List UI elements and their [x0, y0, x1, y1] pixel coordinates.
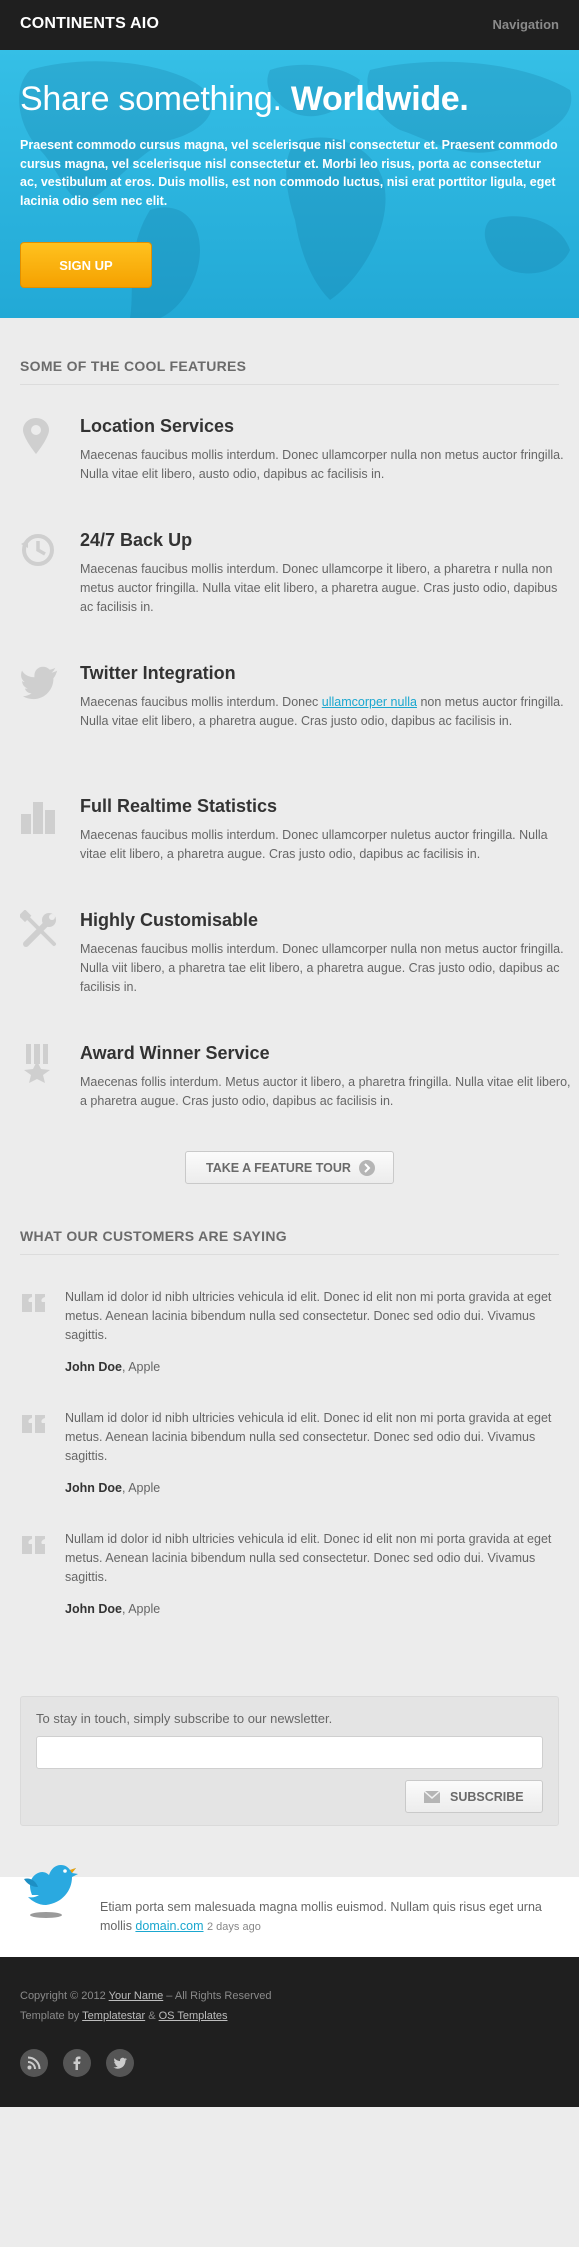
arrow-right-icon	[359, 1160, 375, 1176]
feature-title: Full Realtime Statistics	[80, 796, 278, 816]
author-name: John Doe	[65, 1481, 122, 1495]
your-name-link[interactable]: Your Name	[109, 1990, 164, 2002]
testimonial-quote: Nullam id dolor id nibh ultricies vehicu…	[65, 1411, 552, 1463]
feature-title: Award Winner Service	[80, 1043, 270, 1063]
twitter-bird-icon	[24, 1865, 78, 1918]
feature-description-text: Maecenas faucibus mollis interdum. Donec	[80, 695, 322, 709]
copyright-line: Copyright © 2012 Your Name – All Rights …	[20, 1990, 271, 2002]
template-credit-text: Template by	[20, 2010, 83, 2022]
newsletter-box: To stay in touch, simply subscribe to ou…	[20, 1696, 559, 1826]
feature-tour-label: TAKE A FEATURE TOUR	[206, 1161, 351, 1175]
author-company: , Apple	[121, 1602, 161, 1616]
quote-icon	[22, 1294, 45, 1312]
ullamcorper-link[interactable]: ullamcorper nulla	[322, 695, 417, 709]
feature-title: Location Services	[80, 416, 235, 436]
author-name: John Doe	[65, 1360, 122, 1374]
feature-description: Maecenas follis interdum. Metus auctor i…	[80, 1075, 571, 1108]
envelope-icon	[424, 1791, 440, 1803]
tweet-text: Etiam porta sem malesuada magna mollis e…	[100, 1898, 560, 1937]
hero-banner: Share something. Worldwide. Praesent com…	[0, 50, 579, 318]
sign-up-button[interactable]: SIGN UP	[20, 242, 152, 288]
feature-description: Maecenas faucibus mollis interdum. Donec…	[80, 828, 548, 861]
tweet-link[interactable]: domain.com	[135, 1919, 203, 1933]
location-pin-icon	[23, 418, 49, 454]
ampersand-text: &	[145, 2010, 159, 2022]
award-ribbon-icon	[24, 1044, 50, 1083]
clock-backup-icon	[21, 534, 54, 566]
feature-title: 24/7 Back Up	[80, 530, 193, 550]
bar-chart-icon	[21, 802, 55, 834]
feature-description: Maecenas faucibus mollis interdum. Donec…	[80, 693, 572, 731]
testimonial-author: John Doe, Apple	[65, 1481, 160, 1495]
template-credit: Template by Templatestar & OS Templates	[20, 2010, 228, 2022]
author-name: John Doe	[65, 1602, 122, 1616]
facebook-icon[interactable]	[63, 2049, 91, 2077]
author-company: , Apple	[121, 1360, 161, 1374]
testimonial-quote: Nullam id dolor id nibh ultricies vehicu…	[65, 1290, 552, 1342]
newsletter-text: To stay in touch, simply subscribe to ou…	[36, 1711, 333, 1726]
twitter-icon[interactable]	[106, 2049, 134, 2077]
testimonials-heading: WHAT OUR CUSTOMERS ARE SAYING	[20, 1228, 559, 1255]
hero-title-regular: Share something.	[20, 80, 282, 118]
brand-logo[interactable]: CONTINENTS AIO	[20, 15, 159, 33]
hero-title-bold: Worldwide.	[290, 80, 469, 118]
templatestar-link[interactable]: Templatestar	[82, 2010, 145, 2022]
os-templates-link[interactable]: OS Templates	[159, 2010, 228, 2022]
feature-description: Maecenas faucibus mollis interdum. Donec…	[80, 942, 564, 994]
feature-description: Maecenas faucibus mollis interdum. Donec…	[80, 562, 558, 614]
feature-title: Twitter Integration	[80, 663, 236, 683]
author-company: , Apple	[121, 1481, 161, 1495]
newsletter-email-input[interactable]	[36, 1736, 543, 1769]
features-heading: SOME OF THE COOL FEATURES	[20, 358, 559, 385]
rights-text: – All Rights Reserved	[163, 1990, 272, 2002]
twitter-bird-icon	[21, 666, 58, 700]
footer: Copyright © 2012 Your Name – All Rights …	[0, 1957, 579, 2107]
navigation-menu[interactable]: Navigation	[493, 17, 559, 32]
hero-title: Share something. Worldwide.	[20, 80, 469, 119]
testimonial-quote: Nullam id dolor id nibh ultricies vehicu…	[65, 1532, 552, 1584]
testimonial-author: John Doe, Apple	[65, 1360, 160, 1374]
subscribe-label: SUBSCRIBE	[450, 1790, 524, 1804]
feature-title: Highly Customisable	[80, 910, 259, 930]
feature-description: Maecenas faucibus mollis interdum. Donec…	[80, 448, 564, 481]
testimonial-author: John Doe, Apple	[65, 1602, 160, 1616]
quote-icon	[22, 1415, 45, 1433]
latest-tweet: Etiam porta sem malesuada magna mollis e…	[0, 1877, 579, 1957]
top-bar: CONTINENTS AIO Navigation	[0, 0, 579, 50]
subscribe-button[interactable]: SUBSCRIBE	[405, 1780, 543, 1813]
feature-tour-button[interactable]: TAKE A FEATURE TOUR	[185, 1151, 394, 1184]
hero-description: Praesent commodo cursus magna, vel scele…	[20, 138, 558, 208]
tools-icon	[20, 910, 56, 947]
quote-icon	[22, 1536, 45, 1554]
tweet-time: 2 days ago	[207, 1921, 261, 1933]
rss-icon[interactable]	[20, 2049, 48, 2077]
copyright-text: Copyright © 2012	[20, 1990, 109, 2002]
